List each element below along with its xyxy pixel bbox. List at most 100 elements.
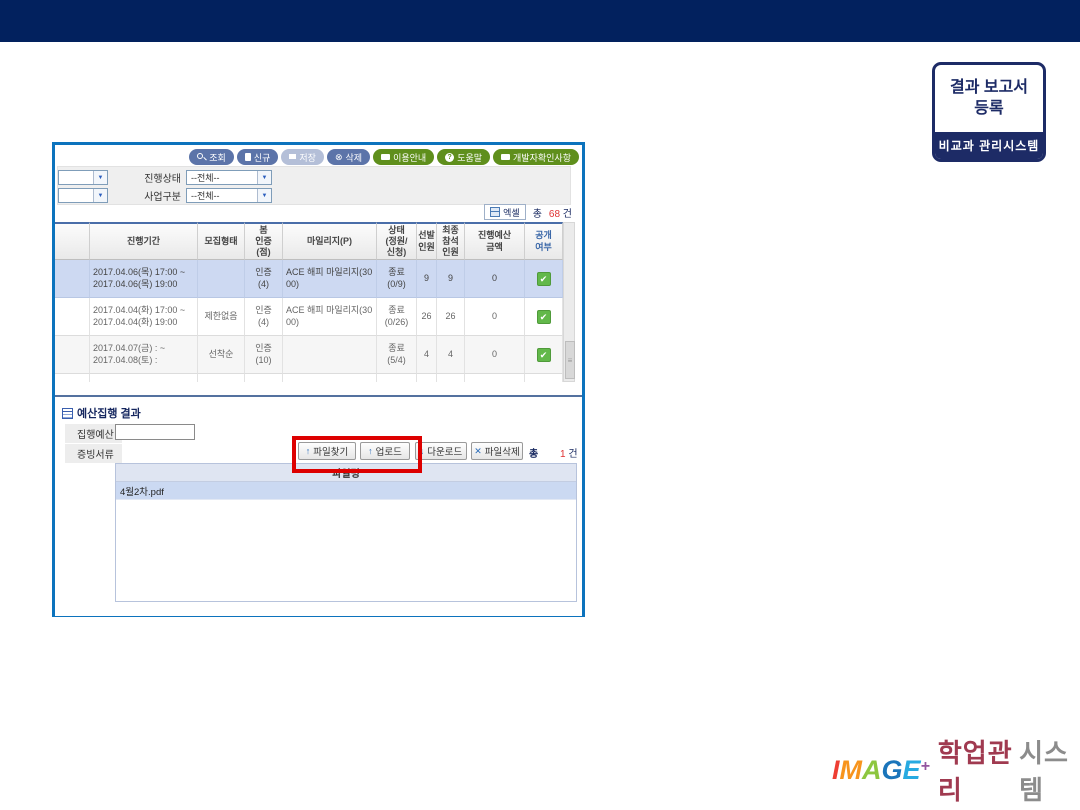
header-selected: 선발 인원 bbox=[417, 222, 437, 260]
public-checkbox[interactable]: ✔ bbox=[537, 348, 551, 362]
public-checkbox[interactable]: ✔ bbox=[537, 272, 551, 286]
total-label: 총 bbox=[533, 205, 542, 220]
header-mileage: 마일리지(P) bbox=[283, 222, 377, 260]
scrollbar-thumb[interactable]: ≡ bbox=[565, 341, 575, 379]
search-button[interactable]: 조회 bbox=[189, 149, 234, 165]
business-type-dropdown[interactable]: --전체-- ▼ bbox=[186, 188, 272, 203]
chevron-down-icon: ▼ bbox=[93, 189, 107, 202]
save-icon bbox=[289, 154, 296, 161]
cell-cert: 인증 (4) bbox=[245, 298, 283, 336]
cell-final: 4 bbox=[437, 336, 465, 374]
save-button-label: 저장 bbox=[299, 151, 316, 164]
badge-title-line2: 등록 bbox=[974, 99, 1003, 120]
report-register-badge: 결과 보고서 등록 비교과 관리시스템 bbox=[932, 62, 1046, 162]
record-count: 68 bbox=[549, 209, 560, 220]
cell-selected: 26 bbox=[417, 298, 437, 336]
budget-panel-title: 예산집행 결과 bbox=[77, 405, 141, 421]
cell-mileage: ACE 해피 마일리지(3000) bbox=[283, 298, 377, 336]
excel-export-button[interactable]: 엑셀 bbox=[484, 204, 526, 220]
filter-dropdown-cutoff-1[interactable]: ▼ bbox=[58, 170, 108, 185]
header-public: 공개 여부 bbox=[525, 222, 563, 260]
cell-recruit-type: 제한없음 bbox=[198, 298, 245, 336]
table-row[interactable]: 2017.04.06(목) 17:00 ~ 2017.04.06(목) 19:0… bbox=[55, 260, 575, 298]
record-unit: 건 bbox=[563, 209, 572, 220]
table-row-partial bbox=[55, 374, 575, 382]
exec-budget-label: 집행예산 bbox=[65, 424, 122, 443]
excel-button-label: 엑셀 bbox=[503, 206, 520, 219]
upload-icon: ↑ bbox=[368, 446, 373, 456]
delete-button-label: 삭제 bbox=[346, 151, 363, 164]
header-budget: 진행예산 금액 bbox=[465, 222, 525, 260]
excel-icon bbox=[490, 207, 500, 217]
delete-icon: ⊗ bbox=[335, 153, 343, 162]
logo-plus-mark: + bbox=[921, 758, 930, 776]
logo-word-2: 시스템 bbox=[1019, 733, 1080, 807]
filter-dropdown-cutoff-2[interactable]: ▼ bbox=[58, 188, 108, 203]
filter-label-progress-status: 진행상태 bbox=[135, 170, 181, 185]
header-empty bbox=[55, 222, 90, 260]
cell-status: 종료 (0/26) bbox=[377, 298, 417, 336]
developer-icon bbox=[501, 154, 510, 160]
logo-letter: I bbox=[832, 755, 840, 786]
progress-status-dropdown[interactable]: --전체-- ▼ bbox=[186, 170, 272, 185]
search-button-label: 조회 bbox=[209, 151, 226, 164]
help-button[interactable]: 도움말 bbox=[437, 149, 490, 165]
usage-guide-label: 이용안내 bbox=[393, 151, 426, 164]
cell-cert: 인증 (10) bbox=[245, 336, 283, 374]
cell-status: 종료 (0/9) bbox=[377, 260, 417, 298]
file-table-header: 파일명 bbox=[116, 464, 576, 482]
section-icon bbox=[62, 408, 73, 419]
badge-subtitle: 비교과 관리시스템 bbox=[935, 132, 1043, 159]
results-table: 진행기간 모집형태 봄 인증 (점) 마일리지(P) 상태 (정원/ 신청) 선… bbox=[55, 222, 575, 382]
delete-button[interactable]: ⊗ 삭제 bbox=[327, 149, 370, 165]
logo-letter: A bbox=[862, 755, 882, 786]
header-status: 상태 (정원/ 신청) bbox=[377, 222, 417, 260]
file-count: 1 bbox=[560, 449, 566, 460]
cell-period: 2017.04.07(금) : ~ 2017.04.08(토) : bbox=[90, 336, 198, 374]
guide-icon bbox=[381, 154, 390, 160]
file-find-label: 파일찾기 bbox=[313, 444, 348, 458]
usage-guide-button[interactable]: 이용안내 bbox=[373, 149, 434, 165]
developer-check-button[interactable]: 개발자확인사항 bbox=[493, 149, 579, 165]
header-final: 최종 참석 인원 bbox=[437, 222, 465, 260]
file-delete-label: 파일삭제 bbox=[485, 444, 520, 458]
cell-status: 종료 (5/4) bbox=[377, 336, 417, 374]
cell-final: 9 bbox=[437, 260, 465, 298]
logo-word-1: 학업관리 bbox=[938, 733, 1019, 807]
logo-image-plus: I M A G E + bbox=[832, 755, 930, 786]
table-scrollbar[interactable]: ≡ bbox=[563, 222, 575, 382]
cell-period: 2017.04.04(화) 17:00 ~ 2017.04.04(화) 19:0… bbox=[90, 298, 198, 336]
new-button-label: 신규 bbox=[254, 151, 271, 164]
cell-period: 2017.04.06(목) 17:00 ~ 2017.04.06(목) 19:0… bbox=[90, 260, 198, 298]
exec-budget-input[interactable] bbox=[115, 424, 195, 440]
header-recruit-type: 모집형태 bbox=[198, 222, 245, 260]
filter-panel: ▼ 진행상태 --전체-- ▼ ▼ 사업구분 --전체-- ▼ bbox=[57, 166, 571, 205]
cell-cert: 인증 (4) bbox=[245, 260, 283, 298]
logo-letter: M bbox=[840, 755, 863, 786]
budget-result-panel: 예산집행 결과 집행예산 증빙서류 ↑ 파일찾기 ↑ 업로드 ↓ 다운로드 ✕ … bbox=[55, 395, 582, 616]
toolbar: 조회 신규 저장 ⊗ 삭제 이용안내 도움말 개발자확인사항 bbox=[189, 148, 579, 166]
header-period: 진행기간 bbox=[90, 222, 198, 260]
filter-label-business-type: 사업구분 bbox=[135, 188, 181, 203]
cell-selected: 4 bbox=[417, 336, 437, 374]
file-row[interactable]: 4월2차.pdf bbox=[116, 482, 576, 500]
table-row[interactable]: 2017.04.04(화) 17:00 ~ 2017.04.04(화) 19:0… bbox=[55, 298, 575, 336]
table-row[interactable]: 2017.04.07(금) : ~ 2017.04.08(토) : 선착순 인증… bbox=[55, 336, 575, 374]
brand-logo: I M A G E + 학업관리 시스템 bbox=[832, 750, 1080, 790]
file-delete-button[interactable]: ✕ 파일삭제 bbox=[471, 442, 523, 460]
download-label: 다운로드 bbox=[427, 444, 462, 458]
file-find-button[interactable]: ↑ 파일찾기 bbox=[298, 442, 356, 460]
cell-recruit-type: 선착순 bbox=[198, 336, 245, 374]
header-cert: 봄 인증 (점) bbox=[245, 222, 283, 260]
public-checkbox[interactable]: ✔ bbox=[537, 310, 551, 324]
chevron-down-icon: ▼ bbox=[257, 171, 271, 184]
app-window: 조회 신규 저장 ⊗ 삭제 이용안내 도움말 개발자확인사항 bbox=[52, 142, 585, 617]
new-button[interactable]: 신규 bbox=[237, 149, 279, 165]
cell-final: 26 bbox=[437, 298, 465, 336]
chevron-down-icon: ▼ bbox=[257, 189, 271, 202]
upload-button[interactable]: ↑ 업로드 bbox=[360, 442, 410, 460]
file-table: 파일명 4월2차.pdf bbox=[115, 463, 577, 602]
upload-label: 업로드 bbox=[376, 444, 402, 458]
download-button[interactable]: ↓ 다운로드 bbox=[415, 442, 467, 460]
developer-check-label: 개발자확인사항 bbox=[513, 151, 571, 164]
